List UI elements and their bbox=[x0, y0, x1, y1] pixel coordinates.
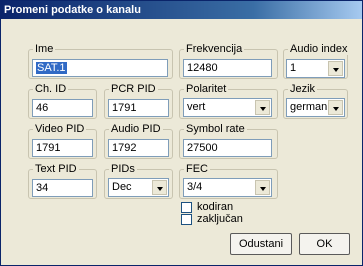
symbol-rate-input[interactable]: 27500 bbox=[183, 139, 272, 157]
zakljucan-label: zaključan bbox=[197, 213, 243, 225]
jezik-label: Jezik bbox=[288, 83, 318, 95]
audio-index-value: 1 bbox=[290, 62, 297, 74]
frekvencija-input[interactable]: 12480 bbox=[183, 59, 272, 77]
window-title: Promeni podatke o kanalu bbox=[4, 4, 141, 16]
video-pid-input[interactable]: 1791 bbox=[32, 139, 93, 157]
jezik-dropdown-icon[interactable] bbox=[328, 100, 343, 115]
polaritet-label: Polaritet bbox=[184, 83, 229, 95]
fec-label: FEC bbox=[184, 163, 210, 175]
fec-dropdown-icon[interactable] bbox=[255, 180, 270, 195]
ime-value: SAT.1 bbox=[36, 62, 67, 74]
pcr-pid-input[interactable]: 1791 bbox=[108, 99, 169, 117]
polaritet-select[interactable]: vert bbox=[183, 98, 272, 117]
video-pid-label: Video PID bbox=[33, 123, 87, 135]
fec-value: 3/4 bbox=[187, 181, 203, 193]
polaritet-value: vert bbox=[187, 101, 206, 113]
audio-pid-label: Audio PID bbox=[109, 123, 163, 135]
audio-index-dropdown-icon[interactable] bbox=[328, 61, 343, 76]
fec-select[interactable]: 3/4 bbox=[183, 178, 272, 197]
polaritet-dropdown-icon[interactable] bbox=[255, 100, 270, 115]
jezik-select[interactable]: german bbox=[286, 98, 345, 117]
text-pid-input[interactable]: 34 bbox=[32, 179, 93, 197]
ime-label: Ime bbox=[33, 43, 56, 55]
audio-pid-input[interactable]: 1792 bbox=[108, 139, 169, 157]
dialog-body: Ime SAT.1 Frekvencija 12480 Audio index … bbox=[1, 19, 362, 265]
ch-id-label: Ch. ID bbox=[33, 83, 69, 95]
ch-id-input[interactable]: 46 bbox=[32, 99, 93, 117]
zakljucan-checkbox[interactable] bbox=[181, 214, 192, 225]
kodiran-checkbox[interactable] bbox=[181, 202, 192, 213]
title-bar[interactable]: Promeni podatke o kanalu bbox=[1, 1, 362, 19]
frekvencija-label: Frekvencija bbox=[184, 43, 245, 55]
pids-dropdown-icon[interactable] bbox=[152, 180, 167, 195]
pcr-pid-label: PCR PID bbox=[109, 83, 158, 95]
pids-label: PIDs bbox=[109, 163, 137, 175]
zakljucan-checkbox-row[interactable]: zaključan bbox=[181, 213, 261, 227]
text-pid-label: Text PID bbox=[33, 163, 79, 175]
pids-value: Dec bbox=[112, 181, 132, 193]
jezik-value: german bbox=[290, 101, 328, 113]
pids-select[interactable]: Dec bbox=[108, 178, 169, 197]
audio-index-label: Audio index bbox=[288, 43, 350, 55]
ime-input[interactable]: SAT.1 bbox=[32, 59, 168, 77]
symbol-rate-label: Symbol rate bbox=[184, 123, 247, 135]
channel-edit-dialog: Promeni podatke o kanalu Ime SAT.1 Frekv… bbox=[0, 0, 363, 266]
cancel-button[interactable]: Odustani bbox=[230, 233, 292, 255]
ok-button[interactable]: OK bbox=[299, 233, 350, 255]
audio-index-select[interactable]: 1 bbox=[286, 59, 345, 78]
